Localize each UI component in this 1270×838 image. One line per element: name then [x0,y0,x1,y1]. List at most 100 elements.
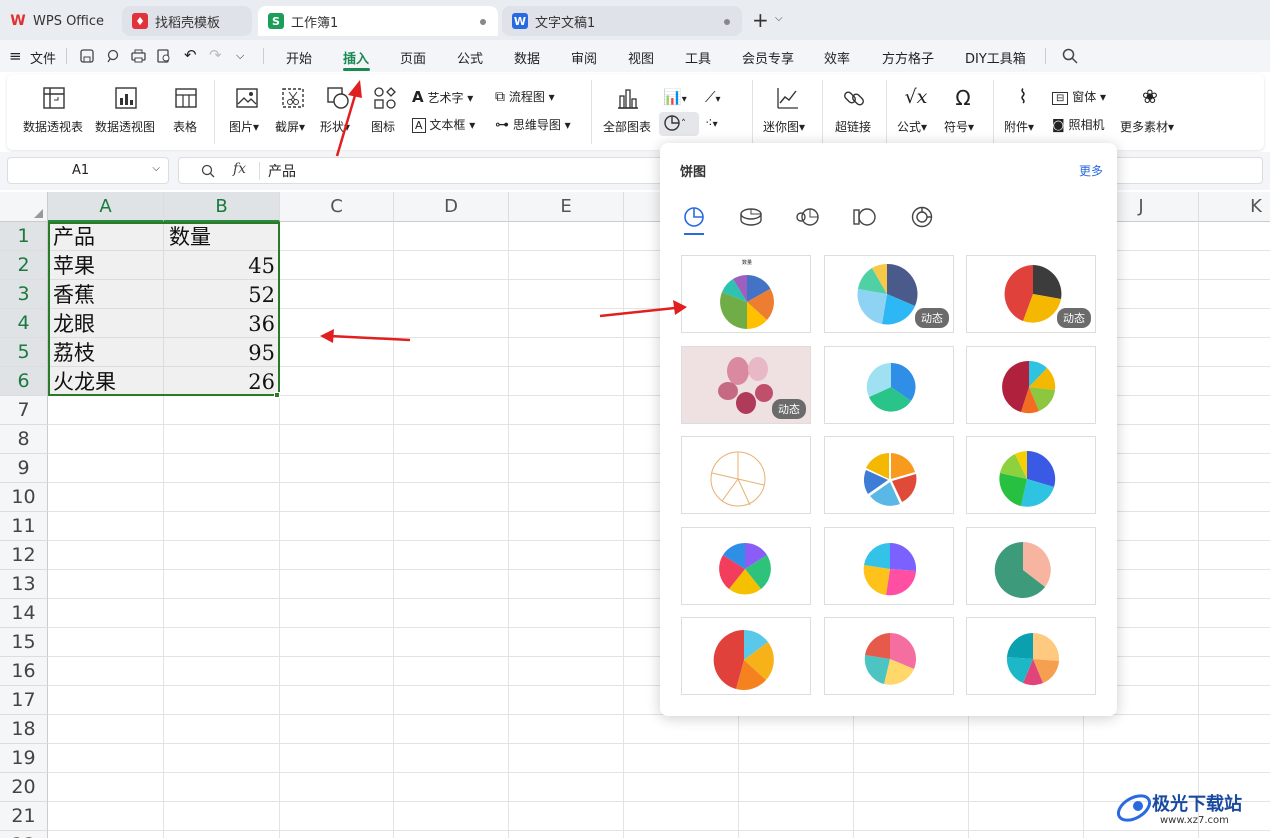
3d-pie-icon[interactable] [738,205,764,229]
row-header-5[interactable]: 5 [0,338,48,367]
row-header-8[interactable]: 8 [0,425,48,454]
row-header-6[interactable]: 6 [0,367,48,396]
cell-b4[interactable]: 36 [164,309,280,338]
zoom-search-icon[interactable] [201,164,215,178]
cell-b6[interactable]: 26 [164,367,280,396]
print-icon[interactable] [131,49,146,63]
menu-view[interactable]: 视图 [628,48,654,67]
select-all-corner[interactable] [0,192,48,222]
pie-template-exploded[interactable] [824,436,954,514]
wordart-button[interactable]: A 艺术字 ▾ [412,88,473,106]
screenshot-button[interactable]: 截屏▾ [275,86,311,134]
column-chart-dropdown[interactable]: 📊▾ [663,88,687,106]
mindmap-button[interactable]: ⊶ 思维导图 ▾ [495,116,571,133]
row-header-13[interactable]: 13 [0,570,48,599]
cell-a4[interactable]: 龙眼 [48,309,164,338]
more-materials-button[interactable]: ❀ 更多素材▾ [1120,86,1180,134]
row-header-20[interactable]: 20 [0,773,48,802]
row-header-9[interactable]: 9 [0,454,48,483]
bar-of-pie-icon[interactable] [852,205,878,229]
menu-efficiency[interactable]: 效率 [824,48,850,67]
camera-button[interactable]: ◙ 照相机 [1052,116,1104,133]
row-header-2[interactable]: 2 [0,251,48,280]
row-header-7[interactable]: 7 [0,396,48,425]
print-preview-icon[interactable] [157,49,172,63]
search-icon[interactable] [1062,48,1078,64]
row-header-1[interactable]: 1 [0,222,48,251]
pie-template-callout[interactable] [966,617,1096,695]
pie-template-candy[interactable] [824,527,954,605]
menu-fangfang[interactable]: 方方格子 [882,48,934,67]
doughnut-icon[interactable] [910,205,934,229]
row-header-15[interactable]: 15 [0,628,48,657]
pivot-table-button[interactable]: 数据透视表 [23,86,85,134]
export-icon[interactable] [106,49,120,63]
row-header-14[interactable]: 14 [0,599,48,628]
picture-button[interactable]: 图片▾ [229,86,265,134]
column-header-d[interactable]: D [394,192,509,222]
more-link[interactable]: 更多 [1079,162,1103,179]
form-button[interactable]: ⊟ 窗体 ▾ [1052,88,1106,105]
redo-icon[interactable]: ↷ [209,46,222,64]
pie-icon[interactable] [682,205,706,229]
menu-diy-toolbox[interactable]: DIY工具箱 [965,48,1026,67]
icons-button[interactable]: 图标 [371,86,399,134]
tab-wps-office[interactable]: W WPS Office [0,6,117,36]
new-tab-plus-icon[interactable]: + [752,8,769,32]
row-header-19[interactable]: 19 [0,744,48,773]
name-box[interactable]: A1 ⌵ [7,157,169,184]
pie-template-outline[interactable] [681,436,811,514]
row-header-17[interactable]: 17 [0,686,48,715]
hyperlink-button[interactable]: 超链接 [835,86,873,134]
quick-access-chevron-icon[interactable]: ⌵ [236,49,244,63]
pie-template-rose[interactable] [824,617,954,695]
formula-button[interactable]: √x 公式▾ [897,86,935,134]
menu-page[interactable]: 页面 [400,48,426,67]
shape-button[interactable]: 形状▾ [320,86,356,134]
table-button[interactable]: 表格 [171,86,201,134]
row-header-10[interactable]: 10 [0,483,48,512]
pie-template-warm[interactable] [681,617,811,695]
row-header-4[interactable]: 4 [0,309,48,338]
file-menu[interactable]: 文件 [30,48,56,67]
pie-template-bright[interactable] [966,436,1096,514]
cell-b2[interactable]: 45 [164,251,280,280]
pie-template-dynamic-2[interactable]: 动态 [966,255,1096,333]
sparkline-button[interactable]: 迷你图▾ [763,86,813,134]
column-header-b[interactable]: B [164,192,280,222]
save-icon[interactable] [80,49,94,63]
tab-document[interactable]: W 文字文稿1 [502,6,742,36]
menu-tools[interactable]: 工具 [685,48,711,67]
row-header-21[interactable]: 21 [0,802,48,831]
menu-member[interactable]: 会员专享 [742,48,794,67]
row-header-3[interactable]: 3 [0,280,48,309]
textbox-button[interactable]: A 文本框 ▾ [412,116,475,133]
row-header-16[interactable]: 16 [0,657,48,686]
cell-b5[interactable]: 95 [164,338,280,367]
attachment-button[interactable]: ⌇ 附件▾ [1004,86,1042,134]
flowchart-button[interactable]: ⧉ 流程图 ▾ [495,88,555,105]
row-header-11[interactable]: 11 [0,512,48,541]
tab-docer[interactable]: ♦ 找稻壳模板 [122,6,252,36]
menu-review[interactable]: 审阅 [571,48,597,67]
row-header-22[interactable]: 22 [0,831,48,838]
scatter-chart-dropdown[interactable]: ⁖▾ [705,116,718,131]
column-header-e[interactable]: E [509,192,624,222]
symbol-button[interactable]: Ω 符号▾ [944,86,982,134]
cell-a2[interactable]: 苹果 [48,251,164,280]
chevron-down-icon[interactable]: ⌵ [152,163,160,174]
pie-template-flower[interactable]: 动态 [681,346,811,424]
cell-a3[interactable]: 香蕉 [48,280,164,309]
pie-of-pie-icon[interactable] [795,205,821,229]
tab-list-chevron-icon[interactable]: ⌵ [775,13,783,24]
cell-a6[interactable]: 火龙果 [48,367,164,396]
tab-workbook[interactable]: S 工作簿1 [258,6,498,36]
pie-template-multicolor[interactable] [966,346,1096,424]
menu-formula[interactable]: 公式 [457,48,483,67]
cell-a5[interactable]: 荔枝 [48,338,164,367]
row-header-18[interactable]: 18 [0,715,48,744]
menu-data[interactable]: 数据 [514,48,540,67]
pie-template-basic[interactable]: 数量 [681,255,811,333]
pie-template-blue-green[interactable] [824,346,954,424]
line-chart-dropdown[interactable]: ⟋▾ [705,88,721,106]
